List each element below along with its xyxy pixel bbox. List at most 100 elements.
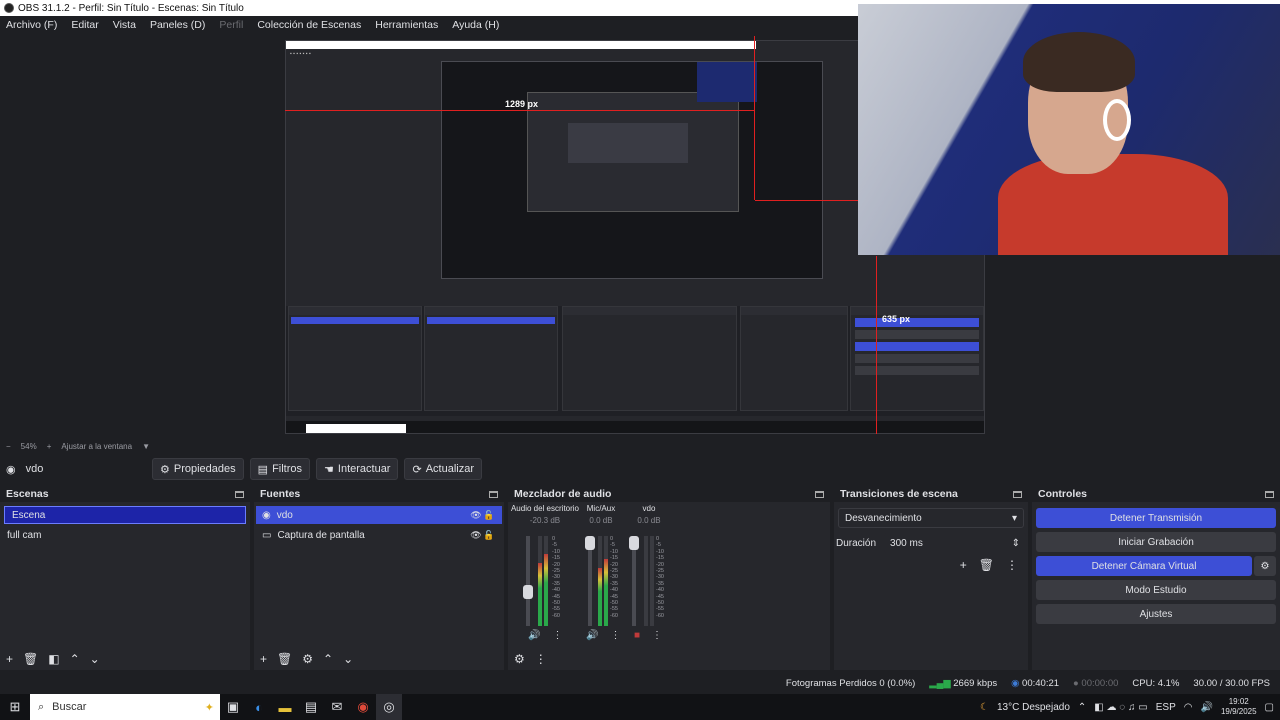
media-source-icon: ◉ (6, 463, 16, 476)
scene-item[interactable]: Escena (4, 506, 246, 524)
controls-header: Controles (1032, 486, 1280, 502)
taskbar-search[interactable]: ⌕ Buscar ✦ (30, 694, 220, 720)
fader-knob[interactable] (629, 536, 639, 550)
stop-stream-button[interactable]: Detener Transmisión (1036, 508, 1276, 528)
nested-mixer-dock (562, 306, 737, 411)
more-vertical-icon[interactable]: ⋮ (1006, 558, 1018, 572)
advanced-audio-icon[interactable]: ⚙ (514, 652, 525, 666)
menu-editar[interactable]: Editar (71, 19, 98, 31)
move-up-icon[interactable]: ⌃ (323, 652, 333, 666)
meter-tick: -60 (552, 612, 560, 619)
measure-label-top: 1289 px (505, 99, 539, 109)
more-vertical-icon[interactable]: ⋮ (552, 630, 562, 641)
transitions-body: Desvanecimiento ▾ Duración 300 ms ⇕ + 🗑 … (834, 504, 1028, 648)
scene-item[interactable]: full cam (0, 526, 250, 544)
stepper-arrows-icon[interactable]: ⇕ (1012, 538, 1020, 549)
interact-button[interactable]: ☚ Interactuar (316, 458, 399, 480)
tray-icons[interactable]: ◧ ☁ ◌ ♫ ▭ (1094, 702, 1147, 713)
move-down-icon[interactable]: ⌄ (343, 652, 353, 666)
menu-vista[interactable]: Vista (113, 19, 136, 31)
mail-icon[interactable]: ✉ (324, 694, 350, 720)
menu-perfil[interactable]: Perfil (219, 19, 243, 31)
lock-icon[interactable]: 🔓 (482, 510, 496, 521)
menu-coleccion-escenas[interactable]: Colección de Escenas (257, 19, 361, 31)
menu-herramientas[interactable]: Herramientas (375, 19, 438, 31)
settings-button[interactable]: Ajustes (1036, 604, 1276, 624)
trash-icon[interactable]: 🗑 (277, 652, 292, 666)
undock-icon[interactable] (235, 490, 244, 498)
move-up-icon[interactable]: ⌃ (70, 652, 80, 666)
taskbar-clock[interactable]: 19:02 19/9/2025 (1221, 697, 1257, 717)
virtual-cam-row: Detener Cámara Virtual ⚙ (1032, 552, 1280, 576)
muted-speaker-icon[interactable]: ■ (634, 630, 640, 641)
filters-button[interactable]: ▤ Filtros (249, 458, 311, 480)
speaker-icon[interactable]: 🔊 (528, 630, 540, 641)
stream-icon: ◉ (1011, 677, 1020, 689)
more-vertical-icon[interactable]: ⋮ (535, 652, 547, 666)
undock-icon[interactable] (815, 490, 824, 498)
gear-icon[interactable]: ⚙ (302, 652, 313, 666)
move-down-icon[interactable]: ⌄ (90, 652, 100, 666)
record-icon: ● (1073, 677, 1079, 689)
nested-taskbar (286, 421, 984, 433)
volume-fader-vdo[interactable] (629, 536, 639, 626)
studio-mode-button[interactable]: Modo Estudio (1036, 580, 1276, 600)
visibility-eye-icon[interactable]: 👁 (470, 530, 482, 541)
meter-tick: -30 (552, 574, 560, 581)
chevron-down-icon[interactable]: ▼ (142, 442, 150, 451)
fader-knob[interactable] (523, 585, 533, 600)
volume-fader-mic[interactable] (585, 536, 595, 626)
weather-text[interactable]: 13°C Despejado (997, 702, 1070, 713)
chevron-up-icon[interactable]: ⌃ (1078, 702, 1086, 713)
meter-tick: -55 (552, 606, 560, 613)
scenes-dock: Escenas Escena full cam + 🗑 ◧ ⌃ ⌄ (0, 486, 250, 670)
refresh-button[interactable]: ⟳ Actualizar (404, 458, 482, 480)
properties-button[interactable]: ⚙ Propiedades (152, 458, 244, 480)
fit-window-label[interactable]: Ajustar a la ventana (61, 442, 132, 451)
add-icon[interactable]: + (6, 652, 13, 666)
headset-icon (1103, 99, 1131, 141)
trash-icon[interactable]: 🗑 (23, 652, 38, 666)
source-item[interactable]: ▭ Captura de pantalla 👁 🔓 (256, 526, 502, 544)
sources-footer: + 🗑 ⚙ ⌃ ⌄ (254, 648, 504, 670)
duration-stepper[interactable]: 300 ms ⇕ (884, 533, 1026, 553)
obs-taskbar-icon[interactable]: ◎ (376, 694, 402, 720)
volume-fader-desktop[interactable] (523, 536, 533, 626)
store-icon[interactable]: ▤ (298, 694, 324, 720)
task-view-icon[interactable]: ▣ (220, 694, 246, 720)
visibility-eye-icon[interactable]: 👁 (470, 510, 482, 521)
windows-start-icon[interactable]: ⊞ (2, 694, 28, 720)
monitor-capture-icon: ▭ (262, 529, 272, 541)
wifi-icon[interactable]: ◠ (1184, 702, 1193, 713)
level-meter (544, 536, 548, 626)
start-recording-button[interactable]: Iniciar Grabación (1036, 532, 1276, 552)
undock-icon[interactable] (1013, 490, 1022, 498)
chrome-icon[interactable]: ◉ (350, 694, 376, 720)
virtual-cam-gear-icon[interactable]: ⚙ (1254, 556, 1276, 576)
undock-icon[interactable] (489, 490, 498, 498)
zoom-minus-icon[interactable]: − (6, 442, 11, 451)
source-item[interactable]: ◉ vdo 👁 🔓 (256, 506, 502, 524)
undock-icon[interactable] (1265, 490, 1274, 498)
more-vertical-icon[interactable]: ⋮ (652, 630, 662, 641)
volume-icon[interactable]: 🔊 (1201, 702, 1213, 713)
speaker-icon[interactable]: 🔊 (586, 630, 598, 641)
menu-archivo[interactable]: Archivo (F) (6, 19, 57, 31)
language-indicator[interactable]: ESP (1156, 702, 1176, 713)
trash-icon[interactable]: 🗑 (979, 558, 994, 572)
file-explorer-icon[interactable]: ▬ (272, 694, 298, 720)
stop-virtual-cam-button[interactable]: Detener Cámara Virtual (1036, 556, 1252, 576)
lock-icon[interactable]: 🔓 (482, 530, 496, 541)
add-icon[interactable]: + (260, 652, 267, 666)
edge-icon[interactable]: ◐ (246, 694, 272, 720)
filter-icon[interactable]: ◧ (48, 652, 59, 666)
menu-paneles[interactable]: Paneles (D) (150, 19, 205, 31)
nested-menu: ▪ ▪ ▪ ▪ ▪ ▪ ▪ (290, 51, 311, 57)
zoom-plus-icon[interactable]: + (47, 442, 52, 451)
fader-knob[interactable] (585, 536, 595, 550)
menu-ayuda[interactable]: Ayuda (H) (452, 19, 499, 31)
add-icon[interactable]: + (960, 558, 967, 572)
filters-icon: ▤ (257, 463, 269, 476)
notification-icon[interactable]: ▢ (1265, 702, 1274, 713)
transition-select[interactable]: Desvanecimiento ▾ (838, 508, 1024, 528)
